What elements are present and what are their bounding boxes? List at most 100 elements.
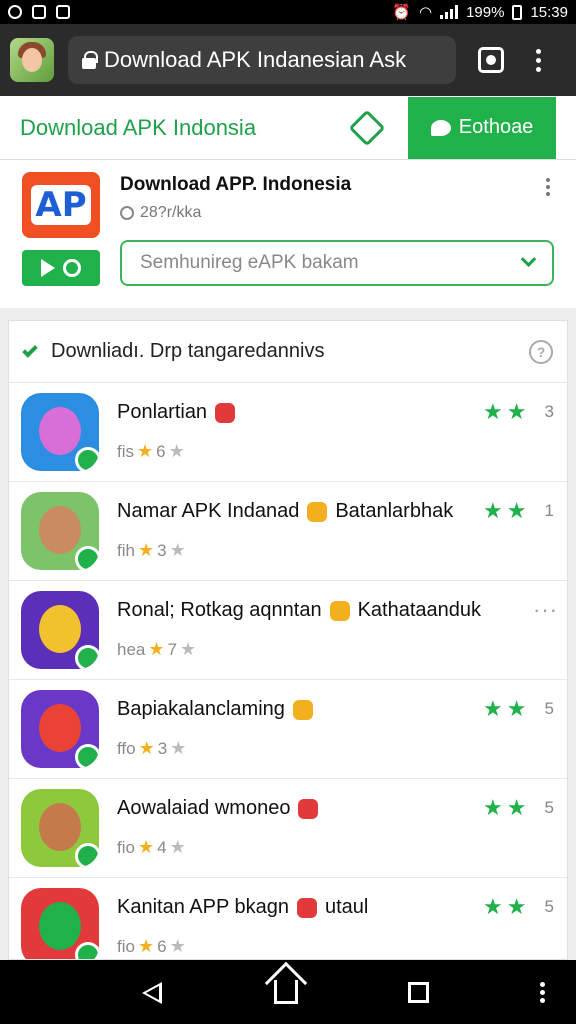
site-title[interactable]: Download APK Indonsia: [20, 115, 256, 141]
site-header-button[interactable]: Eothoae: [408, 96, 557, 159]
download-badge-icon: [75, 645, 99, 669]
app-subtitle: 28?r/kka: [120, 204, 201, 222]
app-icon[interactable]: [21, 591, 99, 669]
app-icon[interactable]: [21, 492, 99, 570]
alarm-icon: ⏰: [392, 4, 411, 21]
list-item[interactable]: Ronal; Rotkag aqnntan Kathataanduk hea ★ 7 ★ ·…: [9, 581, 567, 680]
rating-count: 5: [544, 798, 554, 817]
version-dropdown[interactable]: Semhunireg eAPK bakam: [120, 240, 554, 286]
star-outline-icon: ★: [170, 738, 187, 758]
app-title: Bapiakalanclaming: [117, 698, 313, 721]
more-icon[interactable]: ···: [533, 597, 558, 623]
list-item[interactable]: Ponlartian fis ★ 6 ★ ★ ★ 3: [9, 383, 567, 482]
star-icon: ★: [137, 441, 154, 461]
app-meta: fio ★ 4 ★: [117, 837, 186, 857]
tag-icon: [297, 897, 317, 918]
profile-avatar[interactable]: [10, 38, 54, 82]
star-icon: ★: [138, 738, 155, 758]
star-icon: ★: [483, 696, 503, 721]
rating: ★ ★ 5: [483, 696, 554, 722]
rating: ★ ★ 5: [483, 795, 554, 821]
download-badge-icon: [75, 546, 99, 570]
clock: 15:39: [530, 3, 568, 21]
browser-menu-button[interactable]: [536, 48, 541, 72]
tab-switcher-button[interactable]: [478, 47, 504, 73]
battery-percent: 199%: [466, 3, 505, 21]
list-item[interactable]: Namar APK Indanad Batanlarbhak fih ★ 3 ★ ★ ★ 1: [9, 482, 567, 581]
star-outline-icon: ★: [168, 441, 185, 461]
star-icon: ★: [506, 399, 527, 424]
status-bar: ⏰ ◠ 199% 15:39: [0, 0, 576, 24]
star-icon: ★: [137, 540, 155, 560]
help-icon[interactable]: ?: [529, 339, 553, 364]
star-icon: ★: [483, 399, 503, 424]
tag-icon: [298, 798, 319, 819]
tag-icon: [292, 699, 313, 720]
address-bar[interactable]: Download APK Indanesian Ask: [68, 36, 456, 84]
tag-icon: [307, 501, 328, 522]
star-icon: ★: [137, 936, 155, 956]
chevron-down-icon: [520, 250, 537, 267]
signal-icon: [440, 5, 459, 19]
image-notification-icon: [56, 5, 70, 19]
app-card: AP Download APP. Indonesia 28?r/kka Semh…: [0, 160, 576, 308]
app-meta: ffo ★ 3 ★: [117, 738, 187, 758]
list-item[interactable]: Kanitan APP bkagn utaul fio ★ 6 ★ ★ ★ 5: [9, 878, 567, 959]
star-outline-icon: ★: [169, 837, 186, 857]
star-icon: ★: [148, 639, 165, 659]
app-logo: AP: [22, 172, 100, 238]
app-title: Ronal; Rotkag aqnntan Kathataanduk: [117, 599, 482, 621]
download-badge-icon: [75, 447, 99, 471]
star-icon: ★: [506, 498, 527, 523]
star-icon: ★: [483, 498, 503, 523]
rating-count: 3: [544, 402, 554, 421]
app-name: Download APP. Indonesia: [120, 174, 352, 195]
app-title: Aowalaiad wmoneo: [117, 797, 319, 820]
rating: ★ ★ 3: [483, 399, 554, 425]
app-meta: hea ★ 7 ★: [117, 639, 197, 659]
home-icon[interactable]: [274, 980, 298, 1004]
star-icon: ★: [506, 894, 527, 919]
app-title: Namar APK Indanad Batanlarbhak: [117, 500, 454, 522]
download-badge-icon: [75, 843, 99, 867]
status-bar-notifications: [8, 5, 70, 19]
app-meta: fih ★ 3 ★: [117, 540, 186, 560]
check-icon: [22, 341, 38, 358]
wifi-icon: ◠: [418, 4, 433, 21]
rating-count: 1: [544, 501, 554, 520]
list-item[interactable]: Aowalaiad wmoneo fio ★ 4 ★ ★ ★ 5: [9, 779, 567, 878]
app-icon[interactable]: [21, 393, 99, 471]
play-button[interactable]: [22, 250, 100, 286]
rating: ★ ★ 1: [483, 498, 554, 524]
star-icon: ★: [506, 795, 527, 820]
star-icon: ★: [137, 837, 155, 857]
star-outline-icon: ★: [169, 936, 186, 956]
tag-icon: [329, 600, 350, 621]
app-icon[interactable]: [21, 690, 99, 768]
app-title: Kanitan APP bkagn utaul: [117, 896, 369, 918]
star-outline-icon: ★: [179, 639, 197, 659]
lock-icon: [82, 51, 98, 69]
star-icon: ★: [483, 795, 503, 820]
app-title: Ponlartian: [117, 401, 236, 424]
app-meta: fis ★ 6 ★: [117, 441, 185, 461]
recents-icon[interactable]: [408, 982, 429, 1003]
download-list-panel: Downliadı. Drp tangaredannivs ? Ponlarti…: [8, 320, 568, 960]
search-icon: [120, 206, 134, 220]
download-badge-icon: [75, 942, 99, 959]
rating: ★ ★ 5: [483, 894, 554, 920]
rating-count: 5: [544, 699, 554, 718]
notification-icon: [8, 5, 22, 19]
site-header-button-label: Eothoae: [458, 116, 534, 138]
card-more-icon[interactable]: [546, 178, 550, 196]
star-icon: ★: [506, 696, 527, 721]
back-icon[interactable]: [142, 982, 162, 1004]
download-badge-icon: [75, 744, 99, 768]
diamond-icon[interactable]: [348, 109, 386, 146]
app-icon[interactable]: [21, 789, 99, 867]
url-text: Download APK Indanesian Ask: [104, 47, 407, 72]
overflow-menu-icon[interactable]: [540, 982, 545, 1003]
app-icon[interactable]: [21, 888, 99, 959]
list-item[interactable]: Bapiakalanclaming ffo ★ 3 ★ ★ ★ 5: [9, 680, 567, 779]
browser-toolbar: Download APK Indanesian Ask: [0, 24, 576, 96]
